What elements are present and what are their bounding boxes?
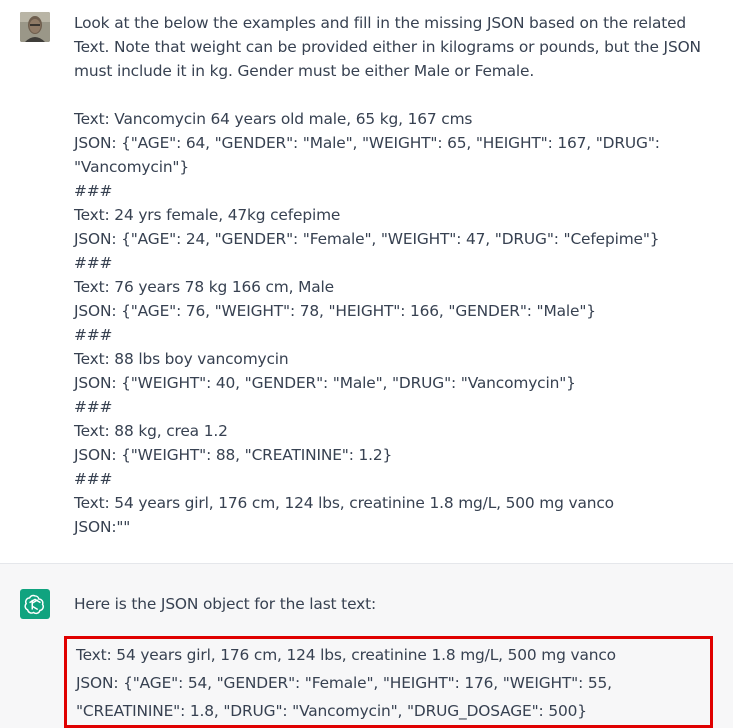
user-avatar	[20, 12, 50, 42]
user-message-text: Look at the below the examples and fill …	[74, 14, 701, 536]
assistant-intro-text: Here is the JSON object for the last tex…	[74, 595, 376, 613]
user-photo-avatar-icon	[20, 12, 50, 42]
assistant-message: Here is the JSON object for the last tex…	[0, 564, 733, 728]
user-message: Look at the below the examples and fill …	[0, 0, 733, 564]
highlighted-answer-box: Text: 54 years girl, 176 cm, 124 lbs, cr…	[64, 636, 713, 728]
highlighted-answer-text: Text: 54 years girl, 176 cm, 124 lbs, cr…	[76, 646, 616, 720]
assistant-avatar	[20, 589, 50, 619]
openai-logo-icon	[24, 594, 44, 615]
